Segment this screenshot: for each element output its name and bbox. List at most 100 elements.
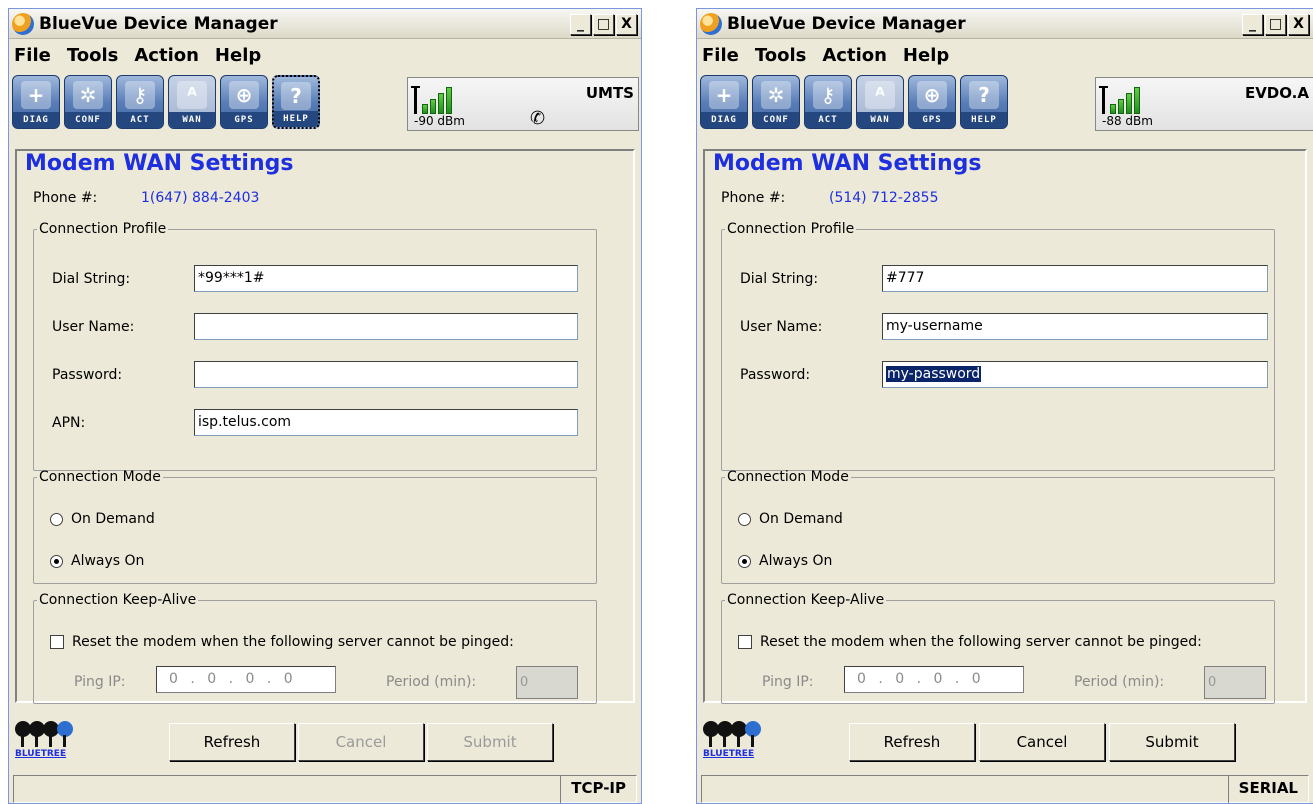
phone-label: Phone #:: [33, 190, 98, 206]
ping-ip-label: Ping IP:: [762, 674, 814, 690]
antenna-icon: ᴬ: [865, 81, 895, 109]
signal-strength: -90 dBm: [414, 114, 465, 128]
connection-profile-group: Connection Profile Dial String: #777 Use…: [721, 221, 1275, 471]
toolbar-conf-button[interactable]: ✲ CONF: [64, 75, 112, 129]
status-bar: TCP-IP: [13, 775, 637, 803]
globe-icon: ⊕: [917, 81, 947, 109]
toolbar-label: HELP: [274, 111, 318, 127]
toolbar-help-button[interactable]: ? HELP: [272, 75, 320, 129]
phone-icon: ✆: [530, 108, 546, 129]
menu-file[interactable]: File: [14, 45, 51, 66]
network-type: EVDO.A: [1244, 84, 1309, 102]
toolbar-diag-button[interactable]: + DIAG: [700, 75, 748, 129]
connection-mode-group: Connection Mode On Demand Always On: [33, 469, 597, 584]
toolbar-label: GPS: [909, 112, 955, 128]
page-title: Modem WAN Settings: [25, 151, 294, 176]
minimize-button[interactable]: _: [570, 14, 591, 35]
menu-tools[interactable]: Tools: [755, 45, 807, 66]
reset-modem-checkbox[interactable]: Reset the modem when the following serve…: [50, 634, 514, 650]
dial-string-input[interactable]: #777: [882, 265, 1268, 292]
signal-strength: -88 dBm: [1102, 114, 1153, 128]
connection-mode-group: Connection Mode On Demand Always On: [721, 469, 1275, 584]
always-on-radio[interactable]: Always On: [50, 553, 144, 569]
menu-help[interactable]: Help: [215, 45, 261, 66]
user-name-input[interactable]: my-username: [882, 313, 1268, 340]
menu-action[interactable]: Action: [822, 45, 887, 66]
key-icon: ⚷: [125, 81, 155, 109]
connection-profile-group: Connection Profile Dial String: *99***1#…: [33, 221, 597, 471]
password-input[interactable]: my-password: [882, 361, 1268, 388]
password-input[interactable]: [194, 361, 578, 388]
page-title: Modem WAN Settings: [713, 151, 982, 176]
password-label: Password:: [52, 367, 123, 383]
on-demand-radio[interactable]: On Demand: [50, 511, 155, 527]
checkbox-indicator[interactable]: [738, 635, 752, 649]
always-on-radio[interactable]: Always On: [738, 553, 832, 569]
user-name-input[interactable]: [194, 313, 578, 340]
app-logo-icon: [700, 13, 722, 35]
reset-modem-checkbox[interactable]: Reset the modem when the following serve…: [738, 634, 1202, 650]
period-input[interactable]: 0: [516, 666, 578, 699]
on-demand-radio[interactable]: On Demand: [738, 511, 843, 527]
user-name-label: User Name:: [740, 319, 823, 335]
password-label: Password:: [740, 367, 811, 383]
maximize-button[interactable]: □: [593, 14, 614, 35]
toolbar: + DIAG ✲ CONF ⚷ ACT ᴬ WAN ⊕ GPS ? HELP: [12, 75, 320, 131]
radio-indicator[interactable]: [738, 512, 751, 526]
menu-bar: File Tools Action Help: [9, 40, 641, 70]
minimize-button[interactable]: _: [1242, 14, 1263, 35]
checkbox-indicator[interactable]: [50, 635, 64, 649]
apn-input[interactable]: isp.telus.com: [194, 409, 578, 436]
submit-button[interactable]: Submit: [1109, 723, 1235, 761]
period-input[interactable]: 0: [1204, 666, 1266, 699]
toolbar-diag-button[interactable]: + DIAG: [12, 75, 60, 129]
user-name-label: User Name:: [52, 319, 135, 335]
maximize-button[interactable]: □: [1265, 14, 1286, 35]
cancel-button[interactable]: Cancel: [979, 723, 1105, 761]
always-on-label: Always On: [71, 553, 145, 569]
menu-help[interactable]: Help: [903, 45, 949, 66]
radio-indicator[interactable]: [738, 554, 751, 568]
diag-icon: +: [709, 81, 739, 109]
title-bar[interactable]: BlueVue Device Manager _ □ X: [697, 9, 1313, 39]
toolbar-wan-button[interactable]: ᴬ WAN: [856, 75, 904, 129]
toolbar-act-button[interactable]: ⚷ ACT: [804, 75, 852, 129]
dial-string-input[interactable]: *99***1#: [194, 265, 578, 292]
close-button[interactable]: X: [1288, 14, 1309, 35]
title-bar[interactable]: BlueVue Device Manager _ □ X: [9, 9, 641, 39]
ping-ip-input[interactable]: 0 . 0 . 0 . 0: [156, 666, 336, 693]
signal-bars-icon: [1099, 86, 1142, 114]
toolbar-gps-button[interactable]: ⊕ GPS: [220, 75, 268, 129]
diag-icon: +: [21, 81, 51, 109]
ping-ip-input[interactable]: 0 . 0 . 0 . 0: [844, 666, 1024, 693]
connection-profile-legend: Connection Profile: [39, 221, 167, 237]
toolbar-help-button[interactable]: ? HELP: [960, 75, 1008, 129]
menu-bar: File Tools Action Help: [697, 40, 1313, 70]
cancel-button[interactable]: Cancel: [298, 723, 424, 761]
menu-tools[interactable]: Tools: [67, 45, 119, 66]
toolbar-label: WAN: [857, 112, 903, 128]
connection-profile-legend: Connection Profile: [727, 221, 855, 237]
key-icon: ⚷: [813, 81, 843, 109]
toolbar-wan-button[interactable]: ᴬ WAN: [168, 75, 216, 129]
phone-label: Phone #:: [721, 190, 786, 206]
window-title: BlueVue Device Manager: [39, 14, 278, 34]
bluetree-logo: BLUETREE: [703, 721, 763, 761]
toolbar-gps-button[interactable]: ⊕ GPS: [908, 75, 956, 129]
phone-number: (514) 712-2855: [829, 190, 939, 206]
radio-indicator[interactable]: [50, 512, 63, 526]
refresh-button[interactable]: Refresh: [169, 723, 295, 761]
toolbar-act-button[interactable]: ⚷ ACT: [116, 75, 164, 129]
radio-indicator[interactable]: [50, 554, 63, 568]
menu-action[interactable]: Action: [134, 45, 199, 66]
toolbar-conf-button[interactable]: ✲ CONF: [752, 75, 800, 129]
toolbar-label: GPS: [221, 112, 267, 128]
toolbar-label: HELP: [961, 112, 1007, 128]
submit-button[interactable]: Submit: [427, 723, 553, 761]
logo-text: BLUETREE: [703, 749, 755, 759]
menu-file[interactable]: File: [702, 45, 739, 66]
toolbar-label: DIAG: [701, 112, 747, 128]
keep-alive-group: Connection Keep-Alive Reset the modem wh…: [33, 592, 597, 704]
refresh-button[interactable]: Refresh: [849, 723, 975, 761]
close-button[interactable]: X: [616, 14, 637, 35]
